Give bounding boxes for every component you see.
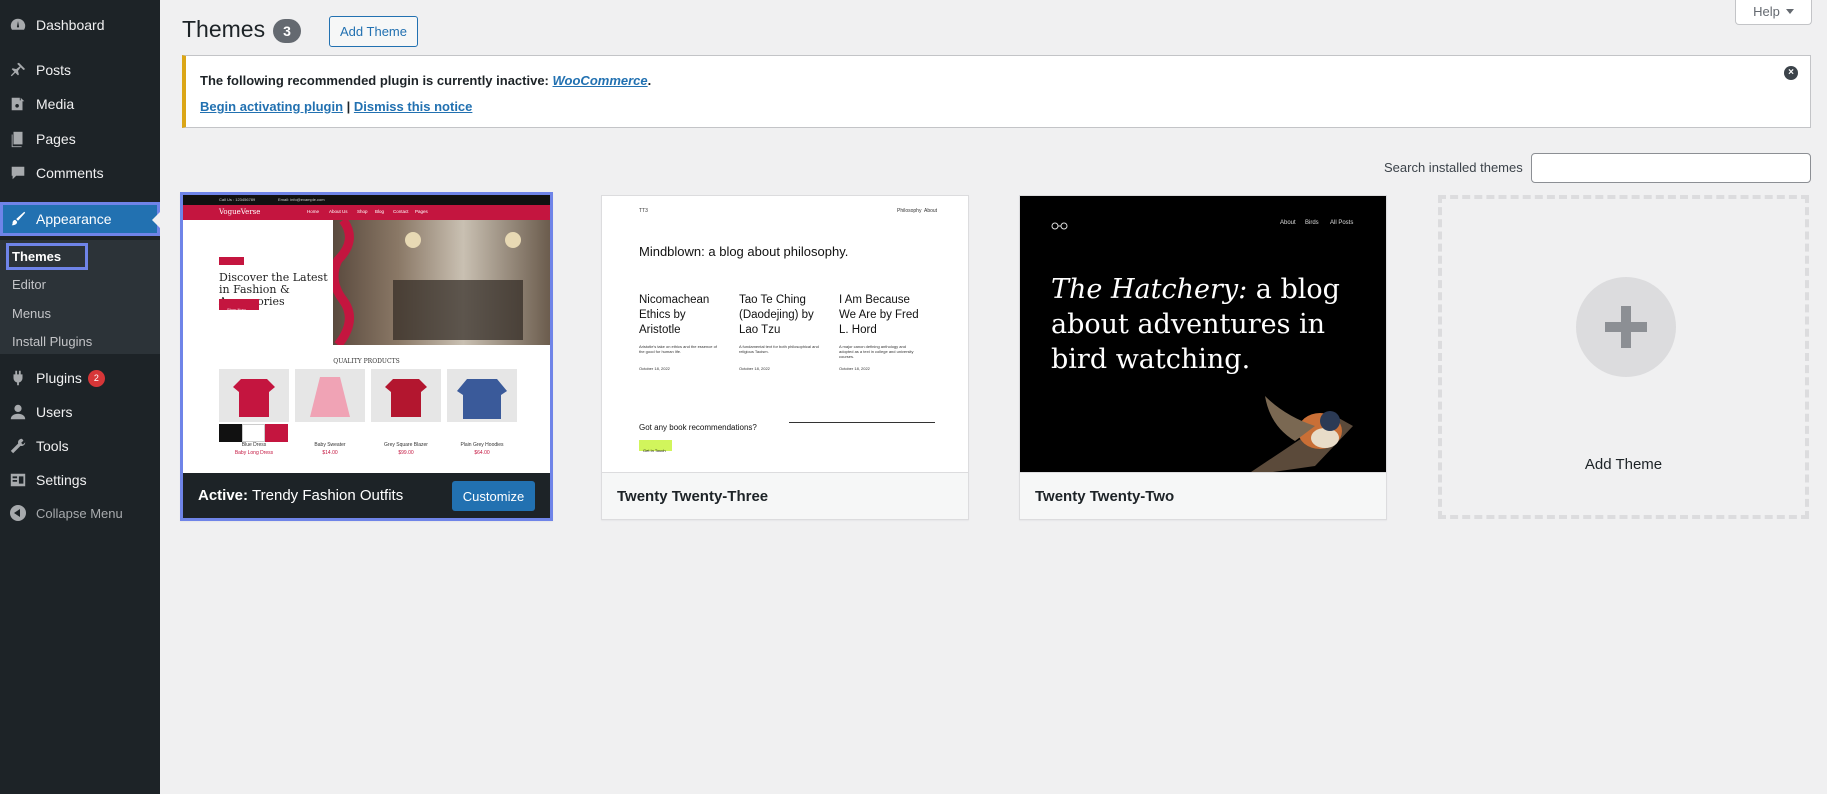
bird-illustration — [1251, 396, 1353, 472]
brush-icon — [0, 210, 36, 228]
submenu-item-install-plugins[interactable]: Install Plugins — [0, 329, 160, 353]
hero-image — [333, 220, 550, 345]
product-thumb — [219, 369, 289, 422]
sidebar-item-media[interactable]: Media — [0, 87, 160, 121]
collapse-menu-button[interactable]: Collapse Menu — [0, 496, 160, 530]
dashboard-icon — [0, 16, 36, 34]
product-thumb — [447, 369, 517, 422]
add-theme-button[interactable]: Add Theme — [329, 16, 418, 47]
sidebar-item-appearance[interactable]: Appearance — [0, 202, 160, 236]
search-themes-input[interactable] — [1531, 153, 1811, 183]
woocommerce-link[interactable]: WooCommerce — [553, 73, 648, 88]
quality-products-heading: QUALITY PRODUCTS — [333, 358, 400, 365]
add-theme-label: Add Theme — [1584, 456, 1663, 473]
add-new-theme-card[interactable]: Add Theme — [1438, 195, 1809, 519]
pushpin-icon — [0, 61, 36, 79]
begin-activating-link[interactable]: Begin activating plugin — [200, 99, 343, 114]
plugins-update-badge: 2 — [87, 369, 105, 387]
pages-icon — [0, 130, 36, 148]
sidebar-item-users[interactable]: Users — [0, 395, 160, 429]
sidebar-item-plugins[interactable]: Plugins 2 — [0, 361, 160, 395]
users-icon — [0, 403, 36, 421]
theme-name: Twenty Twenty-Two — [1020, 472, 1386, 519]
offers-tag: Offers — [219, 257, 244, 270]
preview-title: The Hatchery: a blog about adventures in… — [1051, 274, 1340, 375]
theme-name-bar: Active: Trendy Fashion Outfits Customize — [183, 473, 550, 518]
notice-message: The following recommended plugin is curr… — [200, 73, 652, 88]
media-icon — [0, 95, 36, 113]
theme-screenshot: About Birds All Posts The Hatchery: a bl… — [1020, 196, 1386, 472]
preview-heading: Mindblown: a blog about philosophy. — [639, 244, 849, 259]
glasses-logo-icon — [1051, 218, 1069, 233]
preview-nav: VogueVerse Home About Us Shop Blog Conta… — [183, 205, 550, 220]
settings-icon — [0, 471, 36, 489]
theme-screenshot: TT3 Philosophy About Mindblown: a blog a… — [639, 208, 938, 453]
sidebar-item-pages[interactable]: Pages — [0, 122, 160, 156]
product-actions — [219, 424, 289, 442]
theme-name: Trendy Fashion Outfits — [252, 487, 404, 504]
notice-actions: Begin activating plugin | Dismiss this n… — [200, 99, 473, 114]
wrench-icon — [0, 437, 36, 455]
sidebar-item-posts[interactable]: Posts — [0, 53, 160, 87]
divider — [789, 422, 935, 423]
help-tab-button[interactable]: Help — [1735, 0, 1812, 25]
plugin-notice: The following recommended plugin is curr… — [182, 55, 1811, 128]
plugin-icon — [0, 369, 36, 387]
sidebar-item-comments[interactable]: Comments — [0, 156, 160, 190]
get-in-touch-button: Get In Touch — [639, 440, 672, 453]
caret-down-icon — [1785, 8, 1794, 14]
plus-icon — [1576, 277, 1676, 377]
close-icon[interactable]: × — [1784, 66, 1798, 80]
theme-count-badge: 3 — [273, 19, 301, 43]
preview-topbar: Call Us : 123456789 Email: info@example.… — [183, 195, 550, 205]
dismiss-notice-link[interactable]: Dismiss this notice — [354, 99, 472, 114]
submenu-item-themes[interactable]: Themes — [0, 242, 160, 270]
theme-card-twenty-twenty-three[interactable]: TT3 Philosophy About Mindblown: a blog a… — [601, 195, 969, 520]
admin-sidebar: Dashboard Posts Media Pages Comments App… — [0, 0, 160, 794]
sidebar-item-dashboard[interactable]: Dashboard — [0, 8, 160, 42]
sidebar-item-settings[interactable]: Settings — [0, 463, 160, 497]
product-thumb — [295, 369, 365, 422]
product-thumb — [371, 369, 441, 422]
submenu-item-menus[interactable]: Menus — [0, 301, 160, 325]
page-title: Themes — [182, 16, 266, 42]
submenu-item-editor[interactable]: Editor — [0, 272, 160, 296]
customize-button[interactable]: Customize — [452, 481, 535, 511]
collapse-icon — [0, 505, 36, 521]
search-label: Search installed themes — [1384, 160, 1523, 175]
appearance-submenu: Themes Editor Menus Install Plugins — [0, 240, 160, 354]
theme-screenshot: Call Us : 123456789 Email: info@example.… — [183, 195, 550, 473]
theme-card-twenty-twenty-two[interactable]: About Birds All Posts The Hatchery: a bl… — [1019, 195, 1387, 520]
comments-icon — [0, 164, 36, 182]
shop-now-button: Shop Now — [219, 299, 259, 312]
sidebar-item-tools[interactable]: Tools — [0, 429, 160, 463]
theme-card-active[interactable]: Call Us : 123456789 Email: info@example.… — [180, 192, 553, 521]
theme-name: Twenty Twenty-Three — [602, 472, 968, 519]
